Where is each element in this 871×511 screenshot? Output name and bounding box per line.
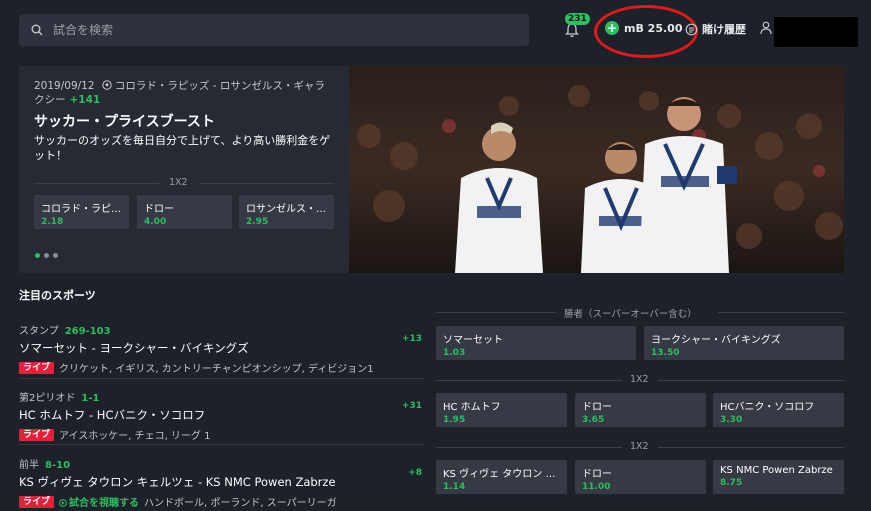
highlight-ring: [594, 5, 698, 58]
account-name-redacted[interactable]: [774, 17, 858, 47]
live-badge: ライブ: [19, 495, 55, 508]
divider: [718, 312, 844, 313]
event-row[interactable]: 前半 8-10 KS ヴィヴェ タウロン キェルツェ - KS NMC Powen…: [19, 456, 424, 509]
event-league: アイスホッケー, チェコ, リーグ 1: [59, 431, 211, 442]
promo-card: 2019/09/12 コロラド・ラピッズ - ロサンゼルス・ギャラクシー +141…: [19, 66, 844, 273]
promo-odd-home[interactable]: コロラド・ラピ… 2.18: [34, 195, 129, 229]
odd-button[interactable]: KS ヴィヴェ タウロン … 1.14: [436, 460, 567, 494]
event-score: 269-103: [64, 326, 111, 337]
carousel-dot[interactable]: [53, 253, 58, 258]
event-stage: スタンプ 269-103: [19, 326, 111, 337]
promo-odd-draw[interactable]: ドロー 4.00: [137, 195, 232, 229]
carousel-dot[interactable]: [35, 253, 40, 258]
market-label: 1X2: [630, 374, 649, 385]
promo-match-line: 2019/09/12 コロラド・ラピッズ - ロサンゼルス・ギャラクシー +141: [34, 79, 334, 107]
watch-stream-link[interactable]: 試合を視聴する: [59, 494, 139, 509]
featured-title: 注目のスポーツ: [19, 289, 96, 302]
more-markets-link[interactable]: +8: [408, 468, 422, 478]
event-league: ハンドボール, ポーランド, スーパーリーガ: [144, 498, 337, 509]
promo-description: サッカーのオッズを毎日自分で上げて、より高い勝利金をゲット！: [34, 134, 331, 162]
event-info: ライブ 試合を視聴する ハンドボール, ポーランド, スーパーリーガ: [19, 494, 424, 509]
live-badge: ライブ: [19, 361, 55, 374]
promo-odd-away[interactable]: ロサンゼルス・… 2.95: [239, 195, 334, 229]
event-stage: 前半 8-10: [19, 460, 71, 471]
carousel-dot[interactable]: [44, 253, 49, 258]
play-icon: [59, 499, 67, 507]
divider: [199, 183, 334, 184]
promo-title: サッカー・プライスブースト: [34, 114, 215, 130]
event-score: 8-10: [45, 460, 71, 471]
live-badge: ライブ: [19, 428, 55, 441]
promo-info: 2019/09/12 コロラド・ラピッズ - ロサンゼルス・ギャラクシー +141…: [19, 66, 349, 273]
bet-history-button[interactable]: 賭け履歴: [685, 21, 746, 37]
history-label: 賭け履歴: [702, 23, 746, 36]
odd-button[interactable]: HCバニク・ソコロフ 3.30: [713, 393, 844, 427]
odd-button[interactable]: ドロー 11.00: [575, 460, 706, 494]
promo-date: 2019/09/12: [34, 80, 95, 92]
divider: [19, 444, 424, 445]
notification-badge: 231: [565, 13, 590, 25]
promo-more-markets[interactable]: +141: [70, 94, 101, 106]
odd-button[interactable]: KS NMC Powen Zabrze 8.75: [713, 460, 844, 494]
search-bar[interactable]: [19, 14, 529, 46]
divider: [19, 378, 424, 379]
search-input[interactable]: [53, 23, 493, 37]
divider: [436, 380, 622, 381]
event-score: 1-1: [81, 393, 100, 404]
market-label: 1X2: [630, 441, 649, 452]
divider: [658, 380, 844, 381]
user-icon[interactable]: [760, 21, 772, 35]
event-teams[interactable]: HC ホムトフ - HCバニク・ソコロフ: [19, 407, 424, 423]
event-info: ライブ クリケット, イギリス, カントリーチャンピオンシップ, ディビジョン1: [19, 360, 424, 375]
odd-button[interactable]: ヨークシャー・バイキングズ 13.50: [644, 326, 844, 360]
soccer-ball-icon: [102, 80, 112, 90]
search-icon: [31, 24, 43, 36]
event-teams[interactable]: ソマーセット - ヨークシャー・バイキングズ: [19, 340, 424, 356]
event-row[interactable]: 第2ピリオド 1-1 HC ホムトフ - HCバニク・ソコロフ ライブ アイスホッ…: [19, 389, 424, 442]
more-markets-link[interactable]: +13: [402, 334, 422, 344]
divider: [436, 447, 622, 448]
divider: [658, 447, 844, 448]
event-row[interactable]: スタンプ 269-103 ソマーセット - ヨークシャー・バイキングズ ライブ ク…: [19, 322, 424, 375]
more-markets-link[interactable]: +31: [402, 401, 422, 411]
odd-button[interactable]: HC ホムトフ 1.95: [436, 393, 567, 427]
odd-button[interactable]: ソマーセット 1.03: [436, 326, 636, 360]
event-teams[interactable]: KS ヴィヴェ タウロン キェルツェ - KS NMC Powen Zabrze: [19, 474, 424, 490]
history-icon: [685, 23, 698, 35]
promo-market-label: 1X2: [169, 177, 188, 188]
event-league: クリケット, イギリス, カントリーチャンピオンシップ, ディビジョン1: [59, 364, 374, 375]
event-stage: 第2ピリオド 1-1: [19, 393, 100, 404]
carousel-dots[interactable]: [35, 253, 58, 258]
divider: [436, 312, 556, 313]
event-info: ライブ アイスホッケー, チェコ, リーグ 1: [19, 427, 424, 442]
divider: [34, 183, 159, 184]
promo-photo: [349, 66, 844, 273]
market-label: 勝者（スーパーオーバー含む）: [564, 309, 697, 320]
odd-button[interactable]: ドロー 3.65: [575, 393, 706, 427]
